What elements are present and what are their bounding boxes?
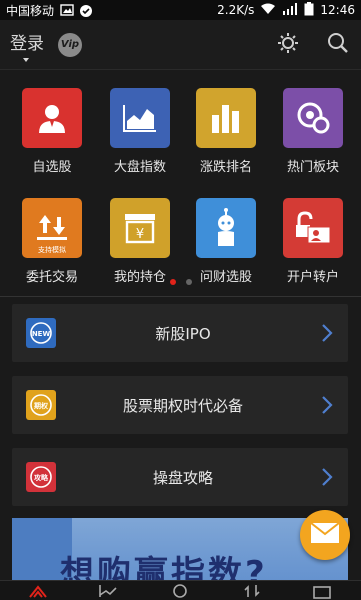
mail-button[interactable] (300, 510, 350, 560)
grid-item-trade[interactable]: 支持模拟 委托交易 (7, 198, 97, 285)
section-divider (0, 296, 361, 297)
list-item-label: 股票期权时代必备 (122, 396, 243, 415)
vip-label: Vip (60, 39, 80, 50)
area-chart-icon (110, 88, 170, 148)
list-item-label: 新股IPO (155, 324, 211, 343)
option-badge-icon: 期权 (26, 390, 56, 420)
vip-badge[interactable]: Vip (58, 32, 82, 57)
status-bar: 中国移动 2.2K/s 12:46 (0, 0, 361, 20)
image-icon (60, 4, 74, 16)
chevron-right-icon (320, 323, 334, 343)
page-indicator (0, 279, 361, 285)
grid-item-label: 热门板块 (286, 160, 339, 175)
id-card-lock-icon (283, 198, 343, 258)
network-speed: 2.2K/s (217, 3, 255, 17)
grid-item-stock-picker[interactable]: 问财选股 (181, 198, 271, 285)
tab-search-icon[interactable] (170, 583, 190, 599)
list-item-options[interactable]: 期权 股票期权时代必备 (12, 376, 348, 434)
svg-text:期权: 期权 (34, 401, 49, 410)
strategy-badge-icon: 攻略 (26, 462, 56, 492)
list-item-strategy[interactable]: 攻略 操盘攻略 (12, 448, 348, 506)
svg-text:NEW: NEW (32, 330, 51, 338)
grid-item-market-index[interactable]: 大盘指数 (95, 88, 185, 175)
grid-item-open-account[interactable]: 开户转户 (268, 198, 358, 285)
svg-text:攻略: 攻略 (34, 473, 49, 482)
tab-home-icon[interactable] (28, 583, 48, 599)
signal-icon (282, 2, 298, 18)
grid-item-label: 自选股 (32, 160, 72, 175)
grid-item-positions[interactable]: ¥ 我的持仓 (95, 198, 185, 285)
login-button[interactable]: 登录 (10, 29, 44, 62)
settings-sun-icon[interactable] (277, 32, 299, 58)
chevron-right-icon (320, 467, 334, 487)
chevron-right-icon (320, 395, 334, 415)
check-circle-icon (79, 4, 93, 17)
simulation-badge: 支持模拟 (38, 246, 66, 254)
grid-item-label: 涨跌排名 (199, 160, 252, 175)
yen-box-icon: ¥ (110, 198, 170, 258)
function-grid: 自选股 大盘指数 涨跌排名 热门板块 支持模拟 委托交易 ¥ 我的持仓 问财选股… (0, 78, 361, 296)
grid-item-hot-sectors[interactable]: 热门板块 (268, 88, 358, 175)
app-header: 登录 Vip (0, 20, 361, 70)
tab-news-icon[interactable] (312, 583, 332, 599)
person-icon (22, 88, 82, 148)
svg-text:¥: ¥ (136, 227, 144, 242)
carrier-name: 中国移动 (6, 3, 55, 18)
page-dot-active[interactable] (169, 279, 176, 285)
robot-icon (196, 198, 256, 258)
up-down-arrows-icon: 支持模拟 (22, 198, 82, 258)
list-item-label: 操盘攻略 (152, 468, 213, 487)
wifi-icon (260, 3, 276, 18)
search-icon[interactable] (327, 32, 349, 58)
circles-icon (283, 88, 343, 148)
page-dot[interactable] (185, 279, 192, 285)
clock: 12:46 (320, 3, 355, 17)
tab-market-icon[interactable] (98, 583, 118, 599)
new-badge-icon: NEW (26, 318, 56, 348)
grid-item-watchlist[interactable]: 自选股 (7, 88, 97, 175)
battery-icon (304, 1, 314, 19)
list-item-ipo[interactable]: NEW 新股IPO (12, 304, 348, 362)
login-label: 登录 (10, 34, 44, 54)
bottom-tab-bar (0, 580, 361, 600)
grid-item-label: 大盘指数 (113, 160, 166, 175)
bar-chart-icon (196, 88, 256, 148)
envelope-icon (310, 522, 340, 548)
tab-trade-icon[interactable] (242, 583, 262, 599)
dropdown-caret-icon (23, 58, 29, 62)
grid-item-ranking[interactable]: 涨跌排名 (181, 88, 271, 175)
